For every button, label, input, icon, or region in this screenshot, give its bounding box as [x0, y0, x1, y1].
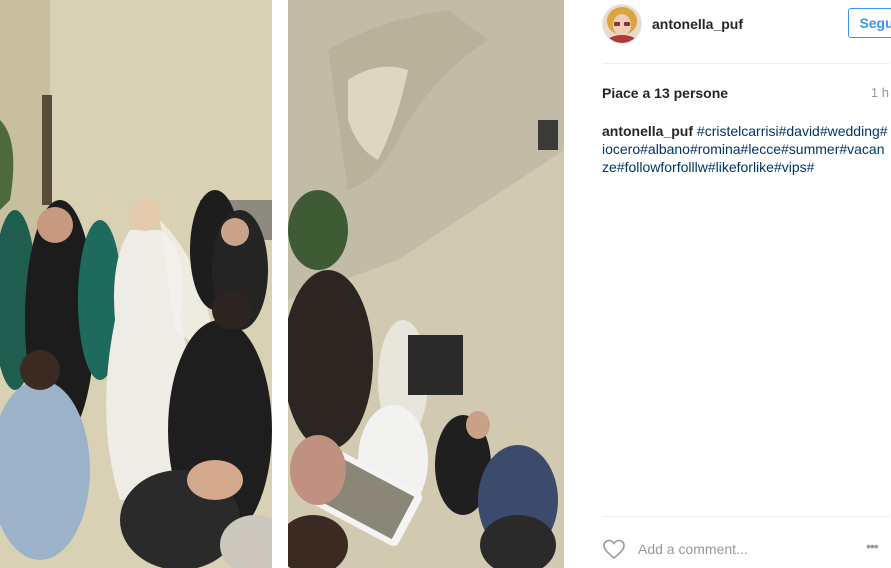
follow-button[interactable]: Segui: [848, 8, 891, 38]
avatar[interactable]: [602, 4, 642, 44]
username-link[interactable]: antonella_puf: [652, 16, 743, 32]
comment-divider: [602, 516, 890, 517]
photo-panel-right: [288, 0, 564, 568]
heart-outline-icon[interactable]: [602, 538, 626, 560]
post-photo[interactable]: [0, 0, 580, 568]
photo-panel-left: [0, 0, 272, 568]
caption-username[interactable]: antonella_puf: [602, 123, 693, 139]
post-caption: antonella_puf #cristelcarrisi#david#wedd…: [602, 122, 890, 176]
likes-count[interactable]: Piace a 13 persone: [602, 85, 728, 101]
post-sidebar: antonella_puf Segui Piace a 13 persone 1…: [580, 0, 891, 568]
wedding-photo-right: [288, 0, 564, 568]
wedding-photo-left: [0, 0, 272, 568]
header-divider: [602, 63, 890, 64]
post-header: antonella_puf Segui: [602, 4, 891, 44]
add-comment-input[interactable]: Add a comment...: [638, 541, 748, 557]
ellipsis-icon[interactable]: •••: [866, 538, 879, 554]
post-timestamp[interactable]: 1 h: [871, 85, 889, 100]
